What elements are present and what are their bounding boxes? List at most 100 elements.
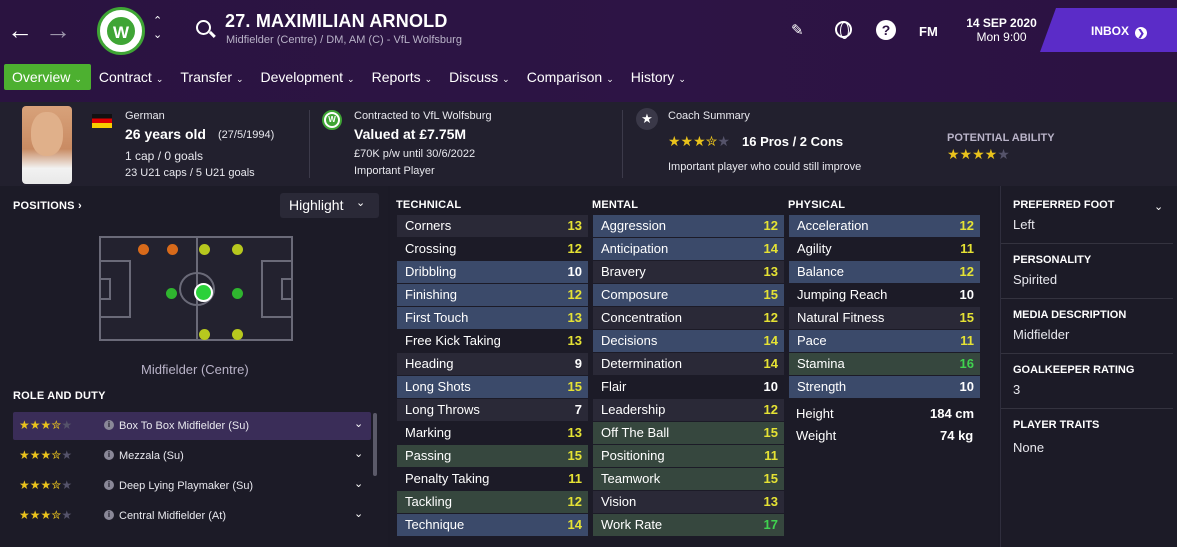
attribute-row[interactable]: Crossing 12: [397, 238, 588, 260]
menu-transfer[interactable]: Transfer ⌄: [172, 64, 252, 90]
attribute-value: 17: [763, 517, 778, 532]
chevron-right-icon: ❯: [1135, 27, 1148, 39]
attribute-row[interactable]: Concentration 12: [593, 307, 784, 329]
attribute-value: 10: [959, 287, 974, 302]
positions-title[interactable]: POSITIONS ›: [13, 200, 82, 212]
highlight-dropdown[interactable]: Highlight ⌄: [280, 193, 379, 218]
pros-cons[interactable]: 16 Pros / 2 Cons: [742, 134, 843, 149]
role-row[interactable]: ★★★✮★ i Deep Lying Playmaker (Su) ⌄: [13, 472, 371, 500]
attribute-value: 9: [574, 356, 582, 371]
attribute-value: 14: [567, 517, 582, 532]
attribute-row[interactable]: Off The Ball 15: [593, 422, 784, 444]
attribute-row[interactable]: Aggression 12: [593, 215, 784, 237]
nationality: German: [125, 110, 165, 122]
attribute-row[interactable]: Bravery 13: [593, 261, 784, 283]
info-icon[interactable]: i: [104, 450, 114, 460]
attribute-value: 10: [959, 379, 974, 394]
attribute-row[interactable]: Agility 11: [789, 238, 980, 260]
attribute-row[interactable]: Stamina 16: [789, 353, 980, 375]
player-switch-icon[interactable]: ⌃ ⌄: [153, 14, 162, 42]
attribute-row[interactable]: Work Rate 17: [593, 514, 784, 536]
inbox-label: INBOX: [1091, 24, 1130, 38]
attribute-row[interactable]: Flair 10: [593, 376, 784, 398]
forward-arrow-icon[interactable]: →: [45, 17, 71, 43]
attribute-row[interactable]: Acceleration 12: [789, 215, 980, 237]
help-icon[interactable]: ?: [876, 20, 896, 40]
attribute-row[interactable]: Composure 15: [593, 284, 784, 306]
pencil-icon[interactable]: ✎: [791, 21, 804, 39]
role-rating-stars: ★★★✮★: [19, 508, 73, 522]
role-rating-stars: ★★★✮★: [19, 448, 73, 462]
attribute-row[interactable]: Decisions 14: [593, 330, 784, 352]
attribute-name: Technique: [405, 517, 465, 532]
menu-history[interactable]: History ⌄: [623, 64, 695, 90]
position-dot: [199, 329, 210, 340]
search-icon[interactable]: [196, 20, 211, 35]
attribute-name: Concentration: [601, 310, 682, 325]
date-of-birth: (27/5/1994): [218, 129, 275, 141]
attribute-row[interactable]: Penalty Taking 11: [397, 468, 588, 490]
attribute-row[interactable]: Finishing 12: [397, 284, 588, 306]
menu-discuss[interactable]: Discuss ⌄: [441, 64, 519, 90]
player-name: 27. MAXIMILIAN ARNOLD: [225, 11, 448, 31]
attribute-row[interactable]: Tackling 12: [397, 491, 588, 513]
attribute-name: Crossing: [405, 241, 457, 256]
attribute-row[interactable]: Marking 13: [397, 422, 588, 444]
menu-comparison[interactable]: Comparison ⌄: [519, 64, 623, 90]
attribute-row[interactable]: Jumping Reach 10: [789, 284, 980, 306]
attribute-row[interactable]: Teamwork 15: [593, 468, 784, 490]
scrollbar[interactable]: [373, 413, 377, 476]
role-row[interactable]: ★★★✮★ i Mezzala (Su) ⌄: [13, 442, 371, 470]
attribute-row[interactable]: Leadership 12: [593, 399, 784, 421]
attribute-row[interactable]: Heading 9: [397, 353, 588, 375]
attribute-row[interactable]: Natural Fitness 15: [789, 307, 980, 329]
info-icon[interactable]: i: [104, 480, 114, 490]
divider: [309, 110, 310, 178]
chevron-down-icon[interactable]: ⌄: [354, 507, 363, 520]
weight-value: 74 kg: [940, 428, 974, 443]
menu-contract[interactable]: Contract ⌄: [91, 64, 172, 90]
attribute-value: 14: [763, 333, 778, 348]
fm-menu-button[interactable]: FM: [919, 24, 938, 39]
goalkeeper-rating: 3: [1013, 382, 1021, 397]
attribute-row[interactable]: Determination 14: [593, 353, 784, 375]
role-row[interactable]: ★★★✮★ i Box To Box Midfielder (Su) ⌄: [13, 412, 371, 440]
attribute-row[interactable]: Long Throws 7: [397, 399, 588, 421]
back-arrow-icon[interactable]: ←: [7, 17, 33, 43]
attribute-name: Bravery: [601, 264, 646, 279]
attribute-row[interactable]: Pace 11: [789, 330, 980, 352]
attribute-row[interactable]: Passing 15: [397, 445, 588, 467]
info-icon[interactable]: i: [104, 420, 114, 430]
chevron-down-icon[interactable]: ⌄: [354, 417, 363, 430]
menu-development[interactable]: Development ⌄: [253, 64, 364, 90]
attribute-name: Finishing: [405, 287, 458, 302]
menu-overview[interactable]: Overview ⌄: [4, 64, 91, 90]
role-row[interactable]: ★★★✮★ i Central Midfielder (At) ⌄: [13, 502, 371, 530]
club-logo[interactable]: W: [97, 7, 145, 55]
globe-icon[interactable]: [835, 21, 852, 39]
attribute-row[interactable]: Strength 10: [789, 376, 980, 398]
game-date[interactable]: 14 SEP 2020 Mon 9:00: [954, 16, 1049, 44]
position-dot: [167, 244, 178, 255]
info-icon[interactable]: i: [104, 510, 114, 520]
attribute-row[interactable]: Dribbling 10: [397, 261, 588, 283]
attribute-value: 12: [763, 310, 778, 325]
attribute-row[interactable]: Free Kick Taking 13: [397, 330, 588, 352]
chevron-right-icon: ›: [77, 200, 82, 212]
chevron-down-icon[interactable]: ⌄: [354, 477, 363, 490]
attribute-row[interactable]: Anticipation 14: [593, 238, 784, 260]
menu-label: Development: [260, 69, 344, 85]
chevron-down-icon[interactable]: ⌄: [1154, 200, 1163, 213]
attribute-row[interactable]: Balance 12: [789, 261, 980, 283]
attribute-row[interactable]: Vision 13: [593, 491, 784, 513]
attribute-row[interactable]: Corners 13: [397, 215, 588, 237]
chevron-down-icon: ⌄: [502, 74, 510, 84]
attribute-row[interactable]: Technique 14: [397, 514, 588, 536]
attribute-row[interactable]: Long Shots 15: [397, 376, 588, 398]
divider: [1001, 298, 1173, 299]
chevron-down-icon[interactable]: ⌄: [354, 447, 363, 460]
menu-reports[interactable]: Reports ⌄: [364, 64, 442, 90]
attribute-row[interactable]: Positioning 11: [593, 445, 784, 467]
attribute-row[interactable]: First Touch 13: [397, 307, 588, 329]
inbox-button[interactable]: INBOX ❯: [1040, 8, 1177, 52]
